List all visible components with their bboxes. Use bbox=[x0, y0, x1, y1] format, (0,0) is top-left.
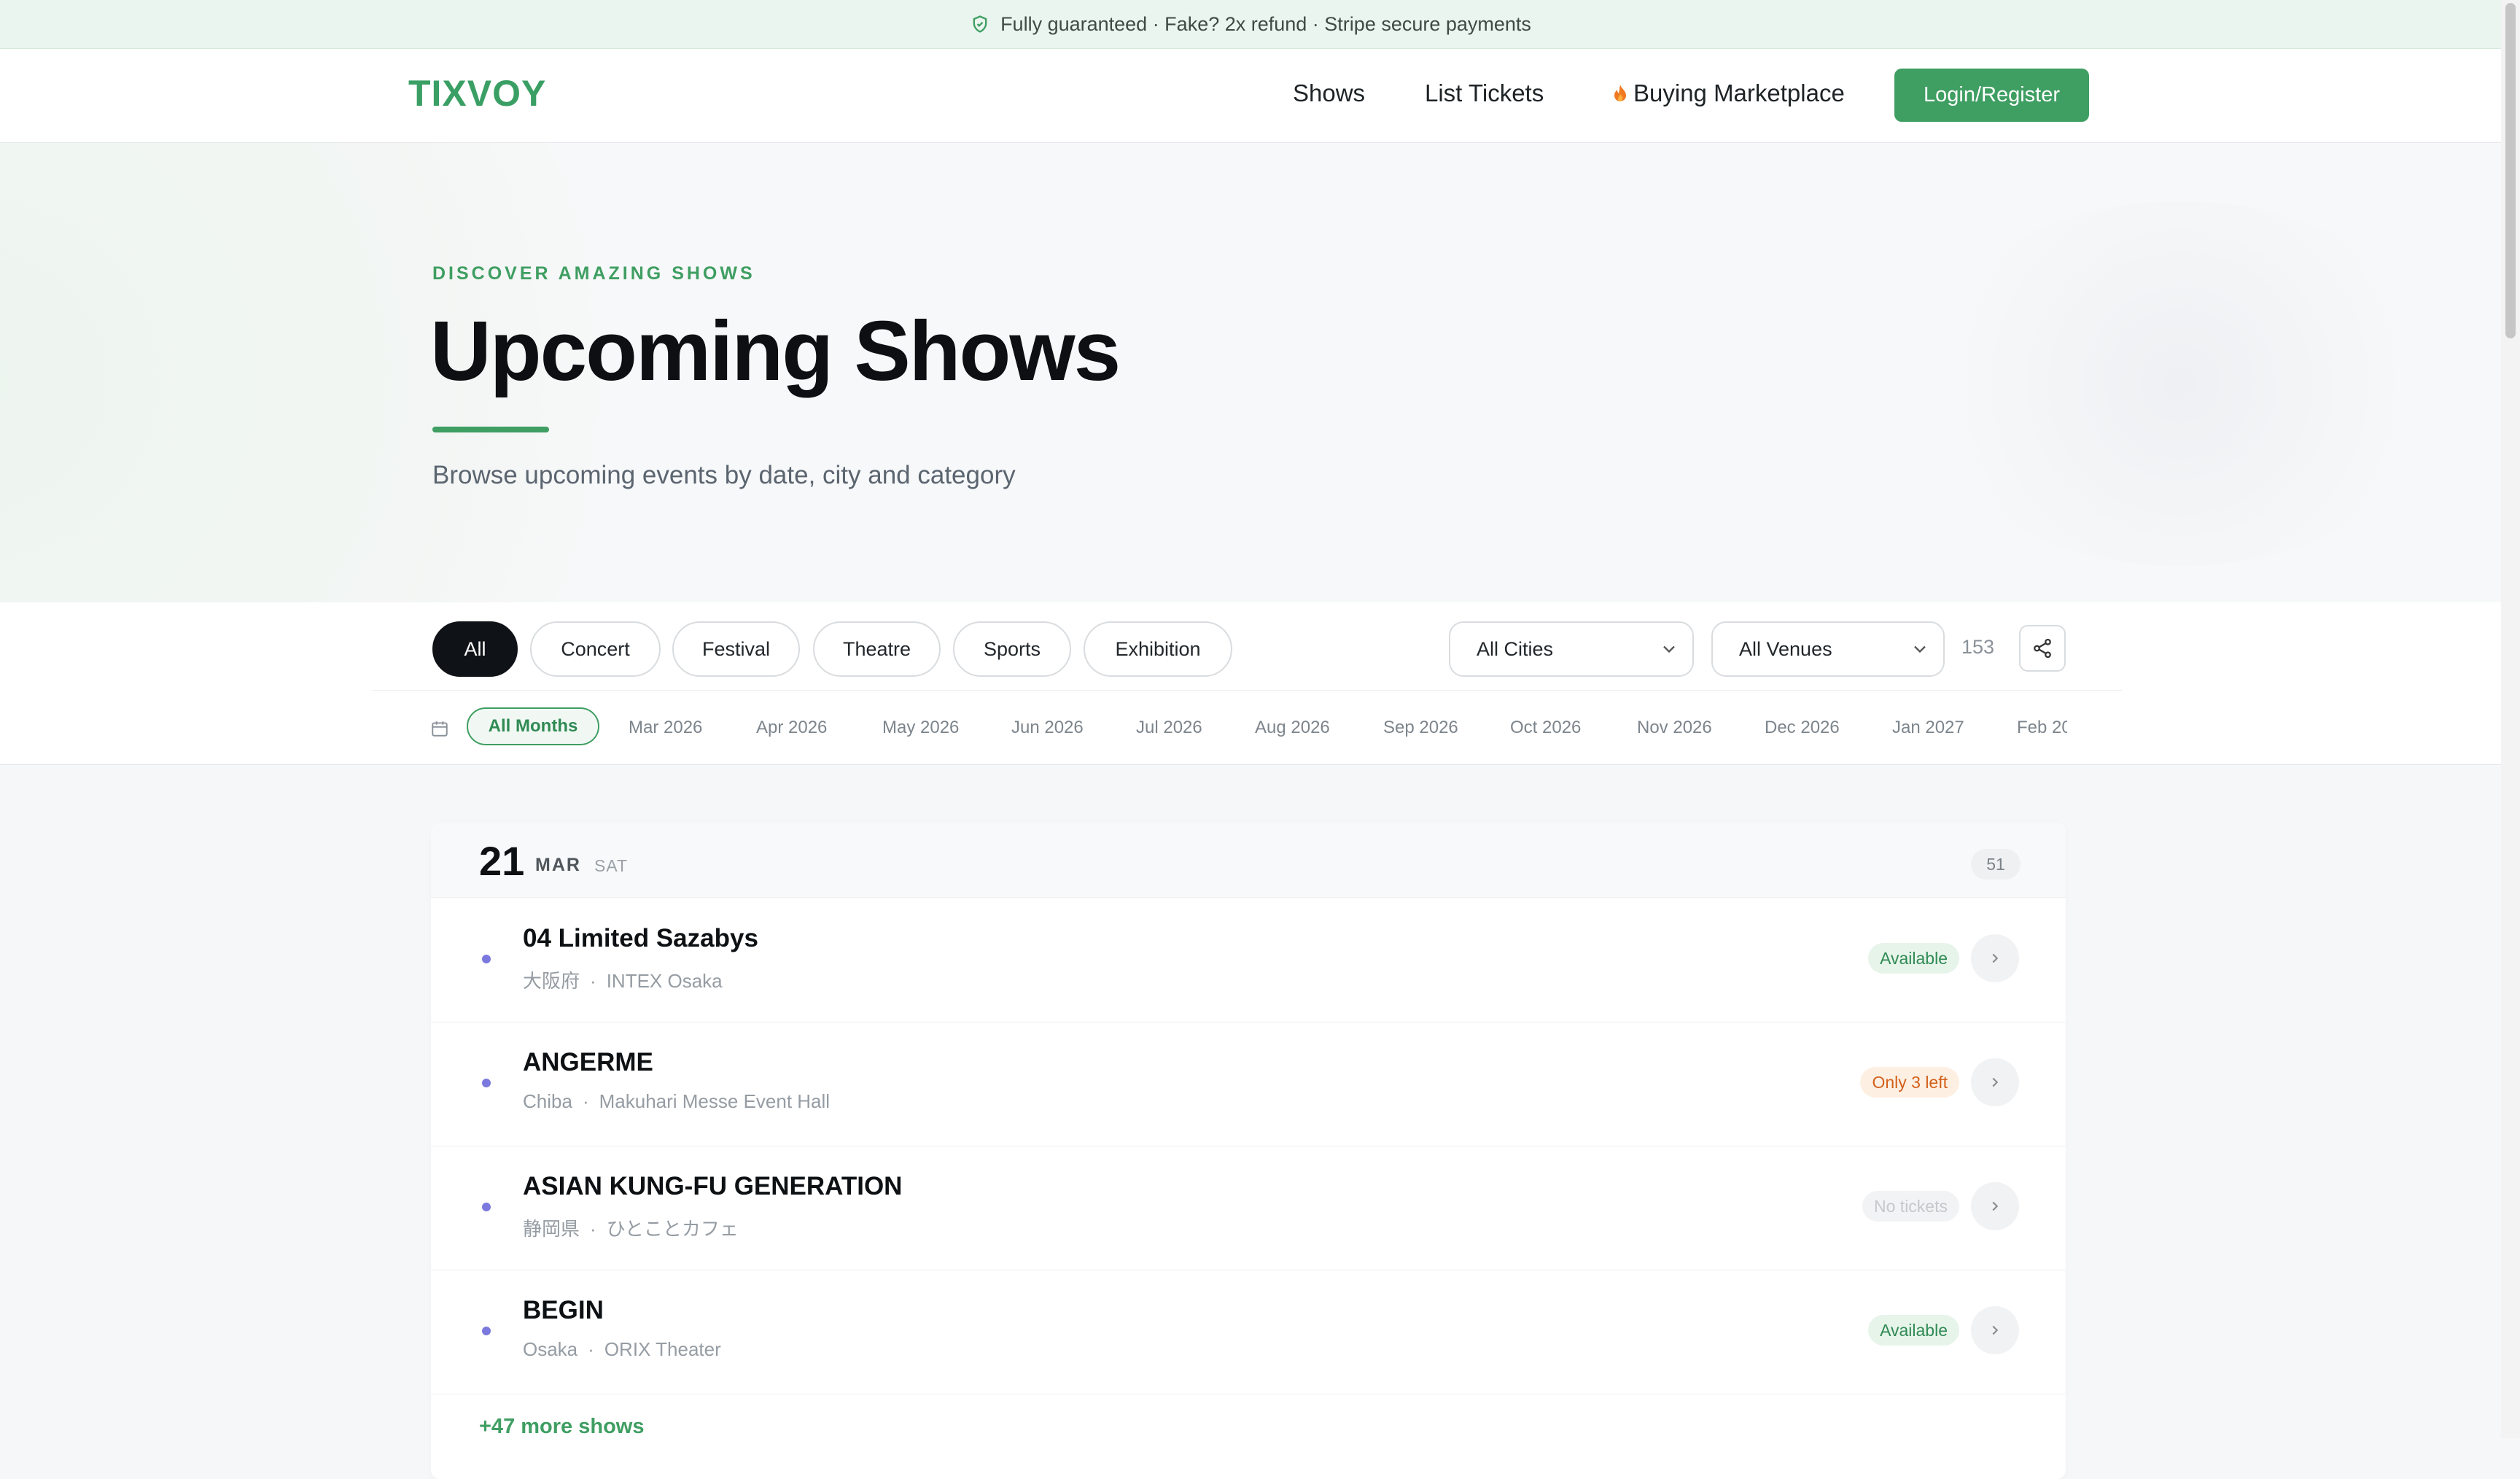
event-city: Chiba bbox=[523, 1090, 572, 1112]
month-chip[interactable]: Nov 2026 bbox=[1637, 718, 1712, 738]
date-month: MAR bbox=[535, 855, 581, 875]
shield-check-icon bbox=[973, 15, 987, 33]
status-badge: Available bbox=[1868, 943, 1959, 974]
guarantee-banner: Fully guaranteed · Fake? 2x refund · Str… bbox=[0, 0, 2501, 49]
event-venue: ひとことカフェ bbox=[606, 1218, 739, 1240]
category-chip-sports[interactable]: Sports bbox=[953, 621, 1071, 677]
event-row[interactable]: ANGERME Chiba · Makuhari Messe Event Hall … bbox=[431, 1022, 2066, 1146]
result-count: 153 bbox=[1961, 636, 1995, 658]
month-chip[interactable]: Jan 2027 bbox=[1892, 718, 1964, 738]
chevron-right-icon bbox=[1992, 1325, 1999, 1335]
month-chip[interactable]: Jul 2026 bbox=[1136, 718, 1202, 738]
open-event-button[interactable] bbox=[1971, 1182, 2019, 1230]
event-location: 静岡県 · ひとことカフェ bbox=[523, 1218, 739, 1240]
venue-select[interactable]: All Venues bbox=[1711, 621, 1945, 677]
chevron-right-icon bbox=[1992, 953, 1999, 963]
filter-divider bbox=[372, 690, 2122, 691]
city-select[interactable]: All Cities bbox=[1449, 621, 1694, 677]
hero-decoration-right bbox=[1910, 201, 2450, 566]
event-venue: ORIX Theater bbox=[604, 1338, 721, 1360]
venue-select-value: All Venues bbox=[1739, 637, 1832, 660]
status-badge: Only 3 left bbox=[1860, 1067, 1959, 1098]
category-chip-festival[interactable]: Festival bbox=[672, 621, 800, 677]
city-select-value: All Cities bbox=[1477, 637, 1554, 660]
share-button[interactable] bbox=[2019, 625, 2066, 672]
title-underline bbox=[432, 427, 549, 432]
scrollbar-thumb[interactable] bbox=[2505, 3, 2516, 338]
event-row[interactable]: ASIAN KUNG-FU GENERATION 静岡県 · ひとことカフェ No … bbox=[431, 1146, 2066, 1270]
nav-buying-marketplace[interactable]: Buying Marketplace bbox=[1613, 79, 1845, 107]
chevron-down-icon bbox=[1663, 645, 1675, 653]
month-chip[interactable]: Sep 2026 bbox=[1383, 718, 1458, 738]
more-shows-link[interactable]: +47 more shows bbox=[479, 1415, 644, 1439]
page-title: Upcoming Shows bbox=[430, 303, 1121, 398]
event-title[interactable]: 04 Limited Sazabys bbox=[523, 924, 758, 953]
day-event-count: 51 bbox=[1971, 849, 2021, 880]
login-register-button[interactable]: Login/Register bbox=[1894, 69, 2089, 122]
month-chip-all[interactable]: All Months bbox=[467, 707, 599, 745]
event-row[interactable]: 04 Limited Sazabys 大阪府 · INTEX Osaka Avail… bbox=[431, 898, 2066, 1022]
event-dot bbox=[482, 1327, 491, 1335]
event-row[interactable]: BEGIN Osaka · ORIX Theater Available bbox=[431, 1270, 2066, 1394]
event-title[interactable]: ASIAN KUNG-FU GENERATION bbox=[523, 1172, 902, 1201]
month-chip[interactable]: Feb 2027 bbox=[2017, 718, 2067, 738]
event-venue: INTEX Osaka bbox=[606, 970, 723, 992]
event-dot bbox=[482, 1203, 491, 1211]
category-chip-all[interactable]: All bbox=[432, 621, 518, 677]
date-weekday: SAT bbox=[594, 856, 629, 875]
date-header: 21 MAR SAT 51 bbox=[431, 823, 2066, 898]
category-chip-exhibition[interactable]: Exhibition bbox=[1084, 621, 1232, 677]
event-title[interactable]: ANGERME bbox=[523, 1048, 653, 1077]
logo[interactable]: TIXVOY bbox=[408, 72, 546, 114]
event-location: Osaka · ORIX Theater bbox=[523, 1338, 721, 1360]
month-filter-row: All Months Mar 2026 Apr 2026 May 2026 Ju… bbox=[430, 703, 2067, 754]
event-dot bbox=[482, 1079, 491, 1087]
site-header: TIXVOY Shows List Tickets Buying Marketp… bbox=[0, 49, 2501, 143]
date-day: 21 bbox=[479, 838, 525, 884]
hero-section: DISCOVER AMAZING SHOWS Upcoming Shows Br… bbox=[0, 143, 2501, 602]
open-event-button[interactable] bbox=[1971, 934, 2019, 982]
category-chip-concert[interactable]: Concert bbox=[530, 621, 661, 677]
page-scrollbar[interactable] bbox=[2501, 0, 2520, 1438]
event-location: Chiba · Makuhari Messe Event Hall bbox=[523, 1090, 831, 1112]
month-chip[interactable]: Jun 2026 bbox=[1011, 718, 1084, 738]
month-chip[interactable]: Dec 2026 bbox=[1765, 718, 1840, 738]
hero-eyebrow: DISCOVER AMAZING SHOWS bbox=[432, 263, 755, 284]
month-chip[interactable]: Aug 2026 bbox=[1255, 718, 1330, 738]
flame-icon bbox=[1614, 85, 1626, 101]
event-city: 静岡県 bbox=[523, 1218, 580, 1240]
event-city: 大阪府 bbox=[523, 970, 580, 992]
event-title[interactable]: BEGIN bbox=[523, 1296, 604, 1325]
open-event-button[interactable] bbox=[1971, 1058, 2019, 1106]
event-venue: Makuhari Messe Event Hall bbox=[599, 1090, 831, 1112]
nav-buying-marketplace-label: Buying Marketplace bbox=[1633, 79, 1845, 106]
banner-text: Fully guaranteed · Fake? 2x refund · Str… bbox=[1000, 12, 1531, 35]
status-badge: Available bbox=[1868, 1315, 1959, 1346]
share-icon bbox=[2034, 638, 2051, 659]
month-chip[interactable]: Apr 2026 bbox=[756, 718, 827, 738]
month-chip[interactable]: May 2026 bbox=[882, 718, 959, 738]
event-location: 大阪府 · INTEX Osaka bbox=[523, 970, 723, 992]
event-city: Osaka bbox=[523, 1338, 578, 1360]
page-subtitle: Browse upcoming events by date, city and… bbox=[432, 461, 1016, 489]
calendar-icon bbox=[432, 721, 448, 737]
chevron-right-icon bbox=[1992, 1201, 1999, 1211]
chevron-down-icon bbox=[1914, 645, 1926, 653]
filter-bar: All Concert Festival Theatre Sports Exhi… bbox=[0, 602, 2501, 765]
open-event-button[interactable] bbox=[1971, 1306, 2019, 1354]
nav-shows[interactable]: Shows bbox=[1293, 79, 1365, 107]
category-chip-theatre[interactable]: Theatre bbox=[813, 621, 941, 677]
chevron-right-icon bbox=[1992, 1077, 1999, 1087]
month-chip[interactable]: Oct 2026 bbox=[1510, 718, 1581, 738]
nav-list-tickets[interactable]: List Tickets bbox=[1425, 79, 1544, 107]
month-chip[interactable]: Mar 2026 bbox=[629, 718, 702, 738]
event-dot bbox=[482, 955, 491, 963]
status-badge: No tickets bbox=[1862, 1191, 1959, 1222]
event-day-card: 21 MAR SAT 51 04 Limited Sazabys 大阪府 · INT… bbox=[431, 823, 2066, 1479]
